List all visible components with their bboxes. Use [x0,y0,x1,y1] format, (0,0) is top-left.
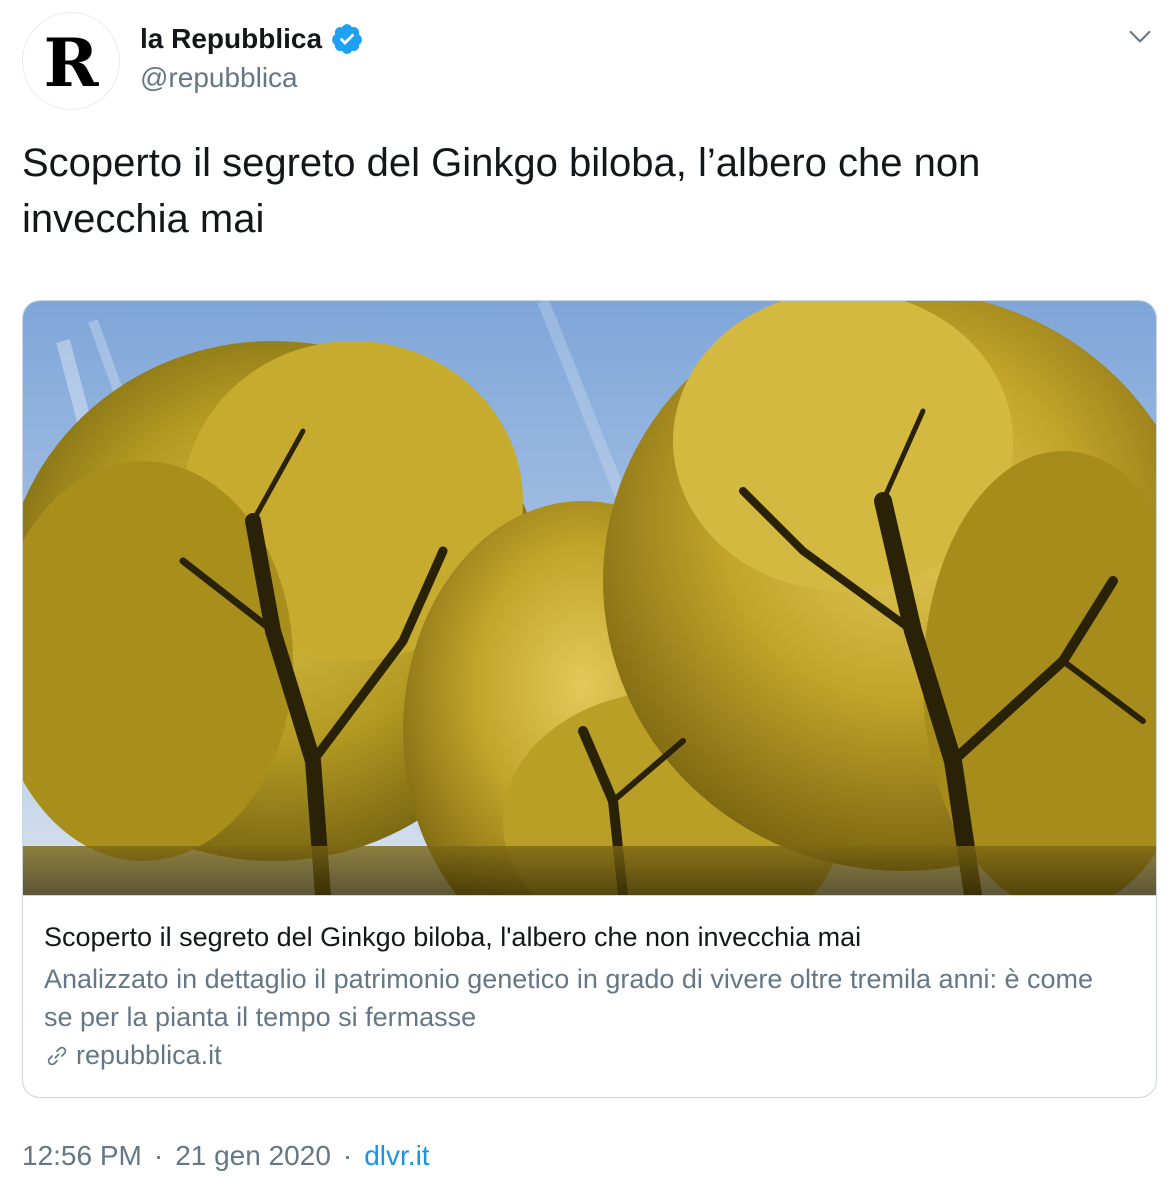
tweet: R la Repubblica @repubblica Scoperto il … [0,0,1176,1196]
meta-separator: · [342,1140,353,1171]
link-card[interactable]: Scoperto il segreto del Ginkgo biloba, l… [22,300,1157,1098]
card-description: Analizzato in dettaglio il patrimonio ge… [44,964,1094,1032]
chevron-down-icon[interactable] [1124,20,1156,52]
card-domain: repubblica.it [76,1040,222,1070]
tweet-date[interactable]: 21 gen 2020 [175,1140,331,1172]
tweet-meta: 12:56 PM · 21 gen 2020 · dlvr.it [22,1140,430,1172]
handle[interactable]: @repubblica [140,62,298,94]
tweet-time[interactable]: 12:56 PM [22,1140,142,1172]
source-link[interactable]: dlvr.it [364,1140,429,1172]
card-domain-row[interactable]: repubblica.it [44,1040,222,1071]
meta-separator: · [153,1140,164,1171]
card-title[interactable]: Scoperto il segreto del Ginkgo biloba, l… [44,920,861,954]
verified-badge-icon [332,24,362,54]
avatar[interactable]: R [22,12,120,110]
tweet-text: Scoperto il segreto del Ginkgo biloba, l… [22,141,981,241]
link-icon [47,1046,67,1065]
avatar-logo-letter: R [43,24,99,102]
display-name[interactable]: la Repubblica [140,23,322,55]
card-body[interactable]: Scoperto il segreto del Ginkgo biloba, l… [23,895,1156,1097]
card-image[interactable] [23,301,1157,895]
author-name-row: la Repubblica [140,22,364,56]
